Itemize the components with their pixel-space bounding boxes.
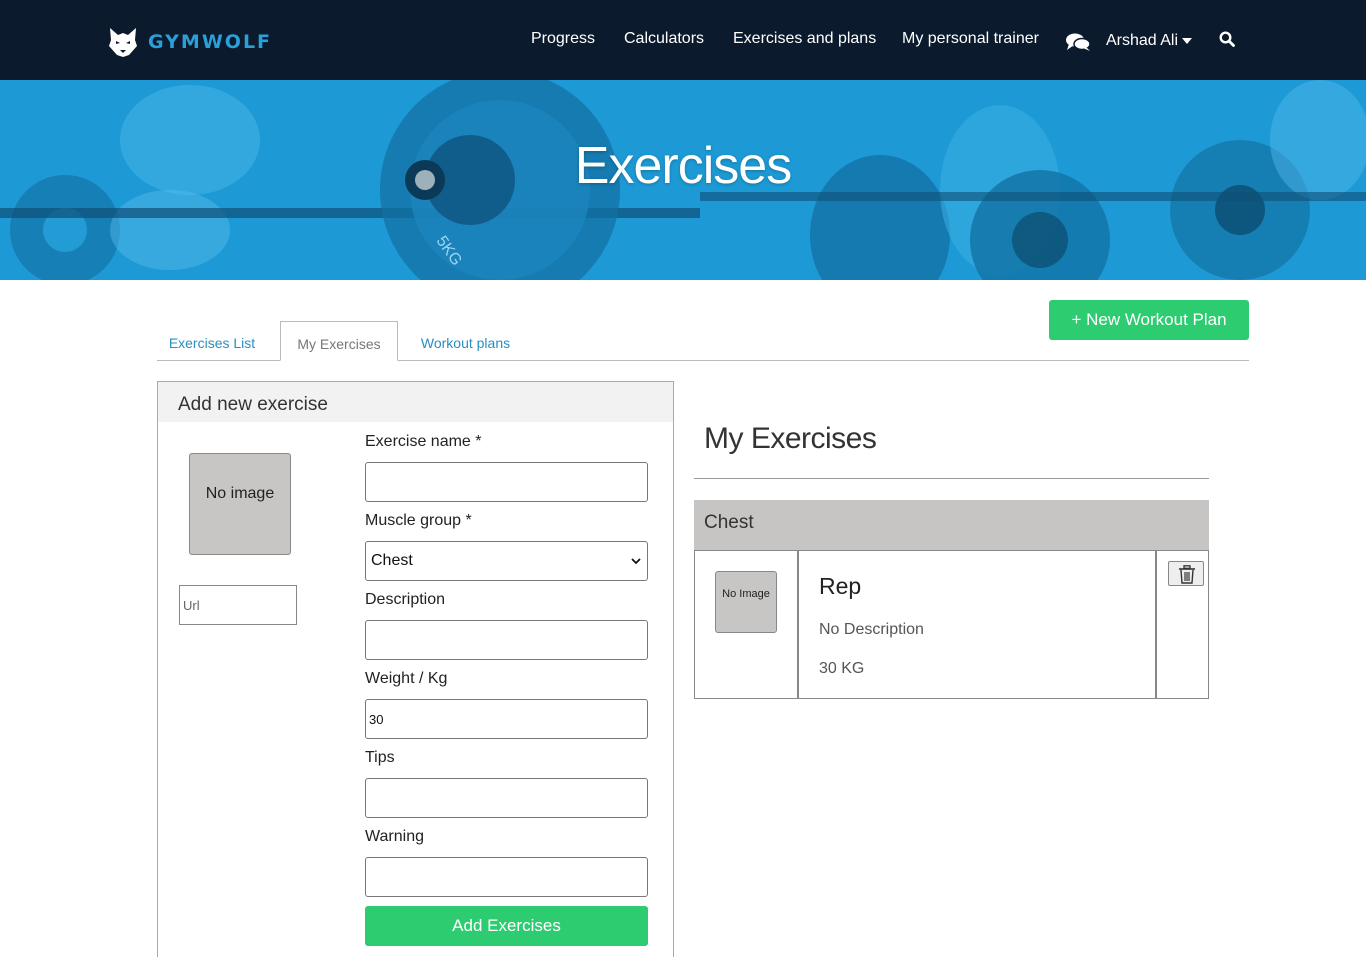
brand-name: GYMWOLF bbox=[148, 31, 273, 53]
warning-input[interactable] bbox=[365, 857, 648, 897]
caret-down-icon bbox=[1182, 38, 1193, 44]
nav-link-progress[interactable]: Progress bbox=[531, 30, 595, 48]
exercise-thumbnail: No Image bbox=[715, 571, 777, 633]
add-exercise-heading: Add new exercise bbox=[158, 382, 673, 422]
nav-link-personal-trainer[interactable]: My personal trainer bbox=[902, 30, 1039, 48]
muscle-group-selected-value: Chest bbox=[371, 552, 413, 569]
chevron-down-icon bbox=[631, 558, 641, 565]
nav-link-calculators[interactable]: Calculators bbox=[624, 30, 704, 48]
my-exercises-divider bbox=[694, 478, 1209, 479]
delete-exercise-button[interactable] bbox=[1168, 561, 1204, 586]
tab-my-exercises[interactable]: My Exercises bbox=[280, 321, 398, 361]
weight-input[interactable]: 30 bbox=[365, 699, 648, 739]
description-input[interactable] bbox=[365, 620, 648, 660]
trash-icon bbox=[1179, 565, 1195, 584]
muscle-group-label: Muscle group * bbox=[365, 512, 472, 529]
search-icon[interactable] bbox=[1219, 31, 1235, 47]
tips-input[interactable] bbox=[365, 778, 648, 818]
exercise-card[interactable]: No Image Rep No Description 30 KG bbox=[694, 550, 1209, 699]
exercise-name-label: Exercise name * bbox=[365, 433, 482, 450]
add-exercise-panel: Add new exercise No image Url Exercise n… bbox=[157, 381, 674, 957]
exercise-description: No Description bbox=[819, 621, 924, 638]
nav-link-exercises-and-plans[interactable]: Exercises and plans bbox=[733, 30, 876, 48]
user-menu-dropdown[interactable]: Arshad Ali bbox=[1106, 32, 1193, 50]
page-title: Exercises bbox=[574, 137, 792, 195]
image-url-input[interactable]: Url bbox=[179, 585, 297, 625]
exercise-name-input[interactable] bbox=[365, 462, 648, 502]
description-label: Description bbox=[365, 591, 446, 608]
exercise-thumb-column: No Image bbox=[695, 551, 799, 698]
warning-label: Warning bbox=[365, 828, 424, 845]
my-exercises-heading: My Exercises bbox=[704, 422, 877, 455]
chat-icon[interactable] bbox=[1065, 32, 1091, 52]
brand-logo[interactable]: GYMWOLF bbox=[107, 26, 272, 58]
exercise-actions-column bbox=[1155, 551, 1208, 698]
add-exercises-button[interactable]: Add Exercises bbox=[365, 906, 648, 946]
exercise-name: Rep bbox=[819, 573, 862, 599]
wolf-logo-icon bbox=[109, 28, 137, 57]
tips-label: Tips bbox=[365, 749, 395, 766]
exercise-image-placeholder[interactable]: No image bbox=[189, 453, 291, 555]
muscle-group-select[interactable]: Chest bbox=[365, 541, 648, 581]
exercise-weight: 30 KG bbox=[819, 660, 865, 677]
tab-workout-plans[interactable]: Workout plans bbox=[408, 321, 523, 361]
user-name: Arshad Ali bbox=[1106, 32, 1179, 49]
top-navbar: GYMWOLF Progress Calculators Exercises a… bbox=[0, 0, 1366, 80]
muscle-group-header: Chest bbox=[694, 500, 1209, 550]
new-workout-plan-button[interactable]: + New Workout Plan bbox=[1049, 300, 1249, 340]
weight-label: Weight / Kg bbox=[365, 670, 448, 687]
hero-banner: 5KG Exercises bbox=[0, 80, 1366, 280]
tab-exercises-list[interactable]: Exercises List bbox=[157, 321, 267, 361]
